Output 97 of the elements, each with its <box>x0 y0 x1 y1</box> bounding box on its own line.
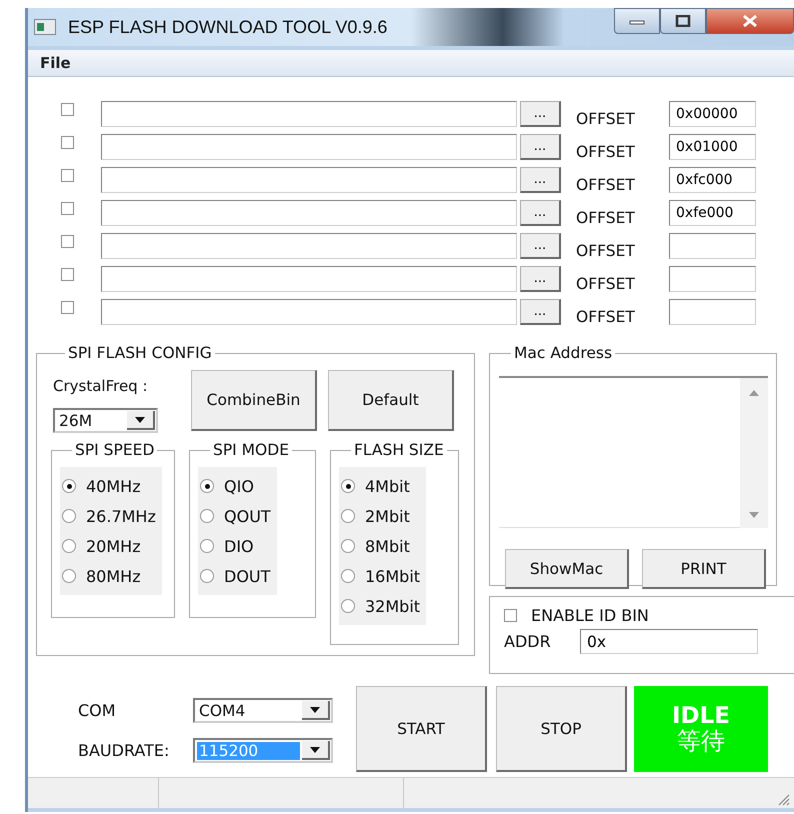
action-button[interactable]: START <box>356 686 487 772</box>
scroll-down-icon <box>749 512 759 518</box>
file-checkbox[interactable] <box>61 136 74 149</box>
group-title: SPI FLASH CONFIG <box>67 344 213 362</box>
radio-button[interactable] <box>341 569 355 583</box>
baudrate-label: BAUDRATE: <box>78 741 170 760</box>
offset-field[interactable] <box>669 299 756 325</box>
browse-button[interactable]: ... <box>520 299 561 325</box>
maximize-icon <box>675 15 691 27</box>
enable-id-bin-label: ENABLE ID BIN <box>531 606 649 625</box>
option-label: 16Mbit <box>365 566 420 586</box>
radio-button[interactable] <box>62 479 76 493</box>
radio-button[interactable] <box>341 509 355 523</box>
radio-button[interactable] <box>200 509 214 523</box>
option-label: 8Mbit <box>365 536 410 556</box>
config-button[interactable]: CombineBin <box>191 370 317 431</box>
caret-icon <box>135 416 145 422</box>
radio-button[interactable] <box>341 539 355 553</box>
option-label: 80MHz <box>86 566 141 586</box>
browse-button[interactable]: ... <box>520 101 561 127</box>
maximize-button[interactable] <box>660 8 706 34</box>
window-icon <box>34 19 56 35</box>
option-label: 40MHz <box>86 476 141 496</box>
option-label: DOUT <box>224 566 270 586</box>
group-title: SPI MODE <box>212 441 290 459</box>
offset-label: OFFSET <box>576 143 636 161</box>
radio-button[interactable] <box>62 509 76 523</box>
resize-grip-icon <box>776 792 790 806</box>
radio-button[interactable] <box>200 539 214 553</box>
addr-field[interactable]: 0x <box>580 629 758 654</box>
menu-item[interactable]: File <box>40 54 71 72</box>
com-label: COM <box>78 701 117 720</box>
scroll-up-icon <box>749 390 759 396</box>
option-label: QOUT <box>224 506 271 526</box>
option-label: 4Mbit <box>365 476 410 496</box>
offset-field[interactable]: 0xfe000 <box>669 200 756 226</box>
offset-field[interactable]: 0x00000 <box>669 101 756 127</box>
browse-button[interactable]: ... <box>520 167 561 193</box>
option-label: 2Mbit <box>365 506 410 526</box>
file-path-field[interactable] <box>101 266 517 292</box>
radio-button[interactable] <box>341 479 355 493</box>
offset-field[interactable] <box>669 266 756 292</box>
radio-button[interactable] <box>200 479 214 493</box>
option-label: 32Mbit <box>365 596 420 616</box>
caret-icon <box>310 706 320 712</box>
scrollbar[interactable] <box>740 378 768 528</box>
group-title: Mac Address <box>513 344 614 362</box>
file-checkbox[interactable] <box>61 103 74 116</box>
offset-field[interactable]: 0x01000 <box>669 134 756 160</box>
offset-label: OFFSET <box>576 209 636 227</box>
browse-button[interactable]: ... <box>520 266 561 292</box>
offset-field[interactable] <box>669 233 756 259</box>
browse-button[interactable]: ... <box>520 200 561 226</box>
offset-label: OFFSET <box>576 176 636 194</box>
radio-button[interactable] <box>200 569 214 583</box>
crystal-freq-label: CrystalFreq : <box>53 377 149 395</box>
file-path-field[interactable] <box>101 101 517 127</box>
group-title: FLASH SIZE <box>353 441 445 459</box>
mac-button[interactable]: PRINT <box>642 549 766 589</box>
group-title: SPI SPEED <box>74 441 156 459</box>
file-checkbox[interactable] <box>61 301 74 314</box>
minimize-button[interactable] <box>614 8 660 34</box>
file-checkbox[interactable] <box>61 268 74 281</box>
option-label: 20MHz <box>86 536 141 556</box>
crystal-freq-select[interactable]: 26M <box>53 408 158 433</box>
action-button[interactable]: STOP <box>496 686 627 772</box>
file-path-field[interactable] <box>101 167 517 193</box>
enable-id-bin-checkbox[interactable] <box>504 609 517 622</box>
file-path-field[interactable] <box>101 134 517 160</box>
file-path-field[interactable] <box>101 299 517 325</box>
close-button[interactable] <box>706 8 794 34</box>
offset-label: OFFSET <box>576 275 636 293</box>
offset-label: OFFSET <box>576 110 636 128</box>
status-indicator: IDLE 等待 <box>634 686 768 772</box>
mac-button[interactable]: ShowMac <box>505 549 629 589</box>
option-label: 26.7MHz <box>86 506 156 526</box>
close-icon <box>741 14 759 28</box>
file-path-field[interactable] <box>101 233 517 259</box>
file-checkbox[interactable] <box>61 202 74 215</box>
addr-label: ADDR <box>504 632 552 651</box>
radio-button[interactable] <box>341 599 355 613</box>
config-button[interactable]: Default <box>328 370 454 431</box>
radio-button[interactable] <box>62 539 76 553</box>
offset-label: OFFSET <box>576 308 636 326</box>
window-title: ESP FLASH DOWNLOAD TOOL V0.9.6 <box>68 16 388 38</box>
browse-button[interactable]: ... <box>520 233 561 259</box>
caret-icon <box>310 746 320 752</box>
file-checkbox[interactable] <box>61 169 74 182</box>
com-port-select[interactable]: COM4 <box>193 698 333 723</box>
browse-button[interactable]: ... <box>520 134 561 160</box>
option-label: QIO <box>224 476 254 496</box>
file-path-field[interactable] <box>101 200 517 226</box>
file-checkbox[interactable] <box>61 235 74 248</box>
offset-label: OFFSET <box>576 242 636 260</box>
offset-field[interactable]: 0xfc000 <box>669 167 756 193</box>
option-label: DIO <box>224 536 254 556</box>
radio-button[interactable] <box>62 569 76 583</box>
